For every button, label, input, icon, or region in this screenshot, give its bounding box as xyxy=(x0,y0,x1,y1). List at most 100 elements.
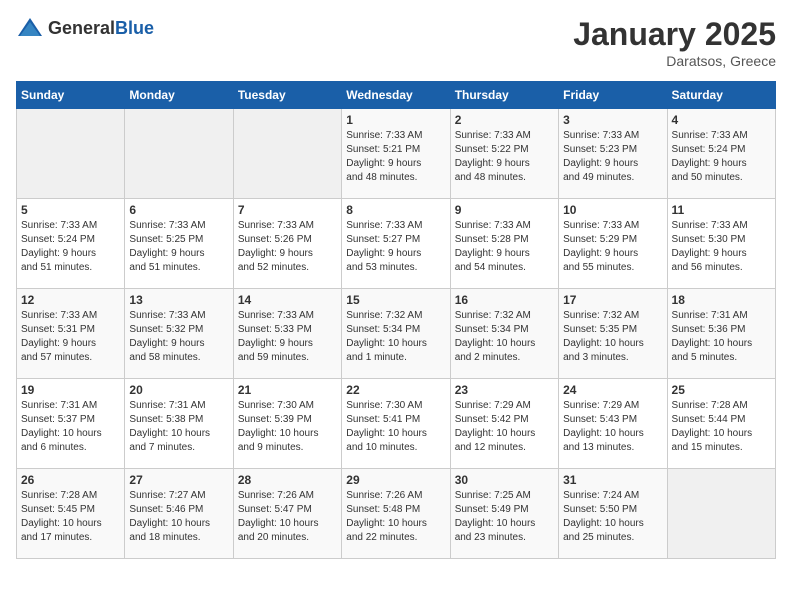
calendar-cell: 28 Sunrise: 7:26 AM Sunset: 5:47 PM Dayli… xyxy=(233,469,341,559)
day-number: 14 xyxy=(238,293,337,307)
day-number: 30 xyxy=(455,473,554,487)
day-number: 10 xyxy=(563,203,662,217)
calendar-cell xyxy=(17,109,125,199)
day-content: Sunrise: 7:33 AM Sunset: 5:32 PM Dayligh… xyxy=(129,309,228,365)
calendar-cell: 23 Sunrise: 7:29 AM Sunset: 5:42 PM Dayli… xyxy=(450,379,558,469)
calendar-cell: 31 Sunrise: 7:24 AM Sunset: 5:50 PM Dayli… xyxy=(559,469,667,559)
day-number: 22 xyxy=(346,383,445,397)
day-content: Sunrise: 7:31 AM Sunset: 5:36 PM Dayligh… xyxy=(672,309,771,365)
day-number: 12 xyxy=(21,293,120,307)
calendar-cell: 27 Sunrise: 7:27 AM Sunset: 5:46 PM Dayli… xyxy=(125,469,233,559)
calendar-cell: 4 Sunrise: 7:33 AM Sunset: 5:24 PM Daylig… xyxy=(667,109,775,199)
location-subtitle: Daratsos, Greece xyxy=(573,53,776,69)
day-number: 16 xyxy=(455,293,554,307)
day-content: Sunrise: 7:32 AM Sunset: 5:34 PM Dayligh… xyxy=(346,309,445,365)
day-number: 7 xyxy=(238,203,337,217)
calendar-cell: 5Sunrise: 7:33 AM Sunset: 5:24 PM Daylig… xyxy=(17,199,125,289)
day-number: 23 xyxy=(455,383,554,397)
calendar-cell: 13 Sunrise: 7:33 AM Sunset: 5:32 PM Dayli… xyxy=(125,289,233,379)
day-content: Sunrise: 7:26 AM Sunset: 5:47 PM Dayligh… xyxy=(238,489,337,545)
day-content: Sunrise: 7:33 AM Sunset: 5:28 PM Dayligh… xyxy=(455,219,554,275)
calendar-cell: 22 Sunrise: 7:30 AM Sunset: 5:41 PM Dayli… xyxy=(342,379,450,469)
day-content: Sunrise: 7:31 AM Sunset: 5:37 PM Dayligh… xyxy=(21,399,120,455)
page-header: GeneralBlue January 2025 Daratsos, Greec… xyxy=(16,16,776,69)
calendar-cell: 3 Sunrise: 7:33 AM Sunset: 5:23 PM Daylig… xyxy=(559,109,667,199)
calendar-cell: 1Sunrise: 7:33 AM Sunset: 5:21 PM Daylig… xyxy=(342,109,450,199)
day-content: Sunrise: 7:25 AM Sunset: 5:49 PM Dayligh… xyxy=(455,489,554,545)
day-content: Sunrise: 7:33 AM Sunset: 5:22 PM Dayligh… xyxy=(455,129,554,185)
day-content: Sunrise: 7:29 AM Sunset: 5:42 PM Dayligh… xyxy=(455,399,554,455)
calendar-week-row-3: 12 Sunrise: 7:33 AM Sunset: 5:31 PM Dayli… xyxy=(17,289,776,379)
day-content: Sunrise: 7:27 AM Sunset: 5:46 PM Dayligh… xyxy=(129,489,228,545)
calendar-cell: 16 Sunrise: 7:32 AM Sunset: 5:34 PM Dayli… xyxy=(450,289,558,379)
day-number: 11 xyxy=(672,203,771,217)
day-number: 26 xyxy=(21,473,120,487)
day-content: Sunrise: 7:26 AM Sunset: 5:48 PM Dayligh… xyxy=(346,489,445,545)
day-number: 1 xyxy=(346,113,445,127)
calendar-cell: 12 Sunrise: 7:33 AM Sunset: 5:31 PM Dayli… xyxy=(17,289,125,379)
day-number: 20 xyxy=(129,383,228,397)
day-content: Sunrise: 7:33 AM Sunset: 5:24 PM Dayligh… xyxy=(672,129,771,185)
weekday-header-thursday: Thursday xyxy=(450,82,558,109)
day-content: Sunrise: 7:33 AM Sunset: 5:25 PM Dayligh… xyxy=(129,219,228,275)
day-content: Sunrise: 7:31 AM Sunset: 5:38 PM Dayligh… xyxy=(129,399,228,455)
calendar-cell: 14 Sunrise: 7:33 AM Sunset: 5:33 PM Dayli… xyxy=(233,289,341,379)
day-number: 6 xyxy=(129,203,228,217)
day-content: Sunrise: 7:33 AM Sunset: 5:30 PM Dayligh… xyxy=(672,219,771,275)
day-number: 3 xyxy=(563,113,662,127)
calendar-week-row-2: 5Sunrise: 7:33 AM Sunset: 5:24 PM Daylig… xyxy=(17,199,776,289)
calendar-table: SundayMondayTuesdayWednesdayThursdayFrid… xyxy=(16,81,776,559)
calendar-cell: 8 Sunrise: 7:33 AM Sunset: 5:27 PM Daylig… xyxy=(342,199,450,289)
day-number: 27 xyxy=(129,473,228,487)
day-content: Sunrise: 7:28 AM Sunset: 5:44 PM Dayligh… xyxy=(672,399,771,455)
calendar-cell: 10 Sunrise: 7:33 AM Sunset: 5:29 PM Dayli… xyxy=(559,199,667,289)
calendar-cell: 20 Sunrise: 7:31 AM Sunset: 5:38 PM Dayli… xyxy=(125,379,233,469)
calendar-cell: 11 Sunrise: 7:33 AM Sunset: 5:30 PM Dayli… xyxy=(667,199,775,289)
calendar-week-row-1: 1Sunrise: 7:33 AM Sunset: 5:21 PM Daylig… xyxy=(17,109,776,199)
calendar-cell: 29 Sunrise: 7:26 AM Sunset: 5:48 PM Dayli… xyxy=(342,469,450,559)
calendar-cell: 19 Sunrise: 7:31 AM Sunset: 5:37 PM Dayli… xyxy=(17,379,125,469)
calendar-cell: 15Sunrise: 7:32 AM Sunset: 5:34 PM Dayli… xyxy=(342,289,450,379)
day-number: 9 xyxy=(455,203,554,217)
day-number: 25 xyxy=(672,383,771,397)
calendar-cell: 24 Sunrise: 7:29 AM Sunset: 5:43 PM Dayli… xyxy=(559,379,667,469)
day-number: 13 xyxy=(129,293,228,307)
day-content: Sunrise: 7:32 AM Sunset: 5:34 PM Dayligh… xyxy=(455,309,554,365)
calendar-cell: 21Sunrise: 7:30 AM Sunset: 5:39 PM Dayli… xyxy=(233,379,341,469)
day-number: 4 xyxy=(672,113,771,127)
logo-text: GeneralBlue xyxy=(48,18,154,39)
day-content: Sunrise: 7:30 AM Sunset: 5:39 PM Dayligh… xyxy=(238,399,337,455)
calendar-cell xyxy=(233,109,341,199)
calendar-cell xyxy=(125,109,233,199)
day-number: 2 xyxy=(455,113,554,127)
day-number: 24 xyxy=(563,383,662,397)
day-content: Sunrise: 7:33 AM Sunset: 5:29 PM Dayligh… xyxy=(563,219,662,275)
calendar-cell: 7Sunrise: 7:33 AM Sunset: 5:26 PM Daylig… xyxy=(233,199,341,289)
day-number: 29 xyxy=(346,473,445,487)
day-content: Sunrise: 7:33 AM Sunset: 5:33 PM Dayligh… xyxy=(238,309,337,365)
calendar-cell: 6 Sunrise: 7:33 AM Sunset: 5:25 PM Daylig… xyxy=(125,199,233,289)
day-content: Sunrise: 7:33 AM Sunset: 5:27 PM Dayligh… xyxy=(346,219,445,275)
weekday-header-friday: Friday xyxy=(559,82,667,109)
day-number: 19 xyxy=(21,383,120,397)
calendar-cell xyxy=(667,469,775,559)
day-number: 28 xyxy=(238,473,337,487)
day-content: Sunrise: 7:29 AM Sunset: 5:43 PM Dayligh… xyxy=(563,399,662,455)
day-number: 31 xyxy=(563,473,662,487)
calendar-cell: 2 Sunrise: 7:33 AM Sunset: 5:22 PM Daylig… xyxy=(450,109,558,199)
day-content: Sunrise: 7:33 AM Sunset: 5:31 PM Dayligh… xyxy=(21,309,120,365)
title-block: January 2025 Daratsos, Greece xyxy=(573,16,776,69)
day-content: Sunrise: 7:24 AM Sunset: 5:50 PM Dayligh… xyxy=(563,489,662,545)
weekday-header-sunday: Sunday xyxy=(17,82,125,109)
day-content: Sunrise: 7:33 AM Sunset: 5:23 PM Dayligh… xyxy=(563,129,662,185)
day-content: Sunrise: 7:33 AM Sunset: 5:24 PM Dayligh… xyxy=(21,219,120,275)
weekday-header-saturday: Saturday xyxy=(667,82,775,109)
month-year-title: January 2025 xyxy=(573,16,776,53)
calendar-cell: 9 Sunrise: 7:33 AM Sunset: 5:28 PM Daylig… xyxy=(450,199,558,289)
logo-blue: Blue xyxy=(115,18,154,38)
day-content: Sunrise: 7:30 AM Sunset: 5:41 PM Dayligh… xyxy=(346,399,445,455)
logo-icon xyxy=(16,16,44,40)
day-number: 8 xyxy=(346,203,445,217)
weekday-header-row: SundayMondayTuesdayWednesdayThursdayFrid… xyxy=(17,82,776,109)
weekday-header-tuesday: Tuesday xyxy=(233,82,341,109)
